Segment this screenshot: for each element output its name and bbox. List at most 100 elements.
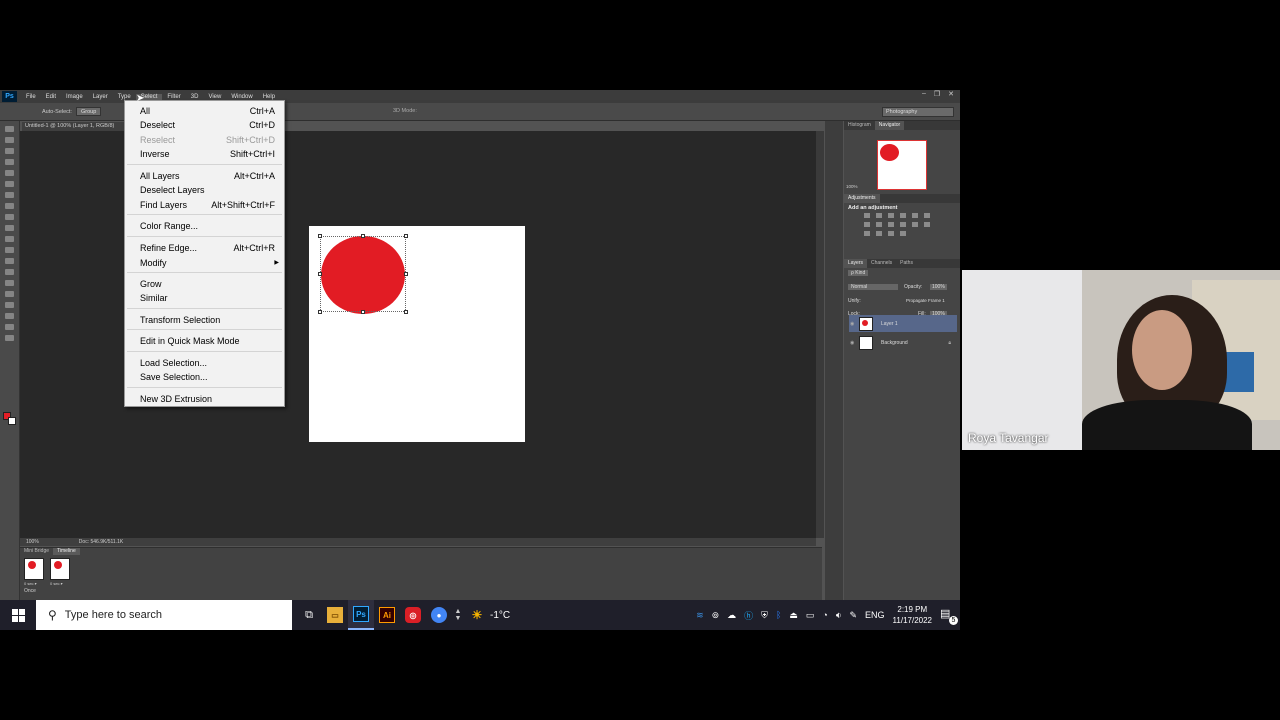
photo-filter-icon[interactable] <box>888 222 894 227</box>
menu-item-refine-edge[interactable]: Refine Edge... Alt+Ctrl+R <box>125 241 284 255</box>
document-canvas[interactable] <box>309 226 525 442</box>
clock[interactable]: 2:19 PM 11/17/2022 <box>893 604 932 626</box>
battery-icon[interactable]: ▭ <box>806 610 815 621</box>
threshold-icon[interactable] <box>876 231 882 236</box>
menu-item-grow[interactable]: Grow <box>125 277 284 291</box>
tab-layers[interactable]: Layers <box>844 259 868 268</box>
propagate-frame-checkbox[interactable]: Propagate Frame 1 <box>906 298 945 303</box>
creative-cloud-icon[interactable]: ◎ <box>400 600 426 630</box>
weather-icon[interactable]: ☀ <box>464 600 490 630</box>
menu-item-save-selection[interactable]: Save Selection... <box>125 370 284 384</box>
menu-item-inverse[interactable]: Inverse Shift+Ctrl+I <box>125 147 284 161</box>
layer-name[interactable]: Layer 1 <box>881 321 898 327</box>
menu-layer[interactable]: Layer <box>88 94 113 100</box>
animation-frame[interactable] <box>50 558 70 580</box>
document-tab[interactable]: Untitled-1 @ 100% (Layer 1, RGB/8) <box>22 122 132 131</box>
start-button[interactable] <box>0 600 36 630</box>
menu-item-deselect[interactable]: Deselect Ctrl+D <box>125 118 284 132</box>
eraser-tool-icon[interactable] <box>5 236 14 242</box>
transform-handle[interactable] <box>361 310 365 314</box>
loop-option[interactable]: Once <box>24 588 36 594</box>
navigator-zoom[interactable]: 100% <box>846 184 858 189</box>
menu-item-new-3d-extrusion[interactable]: New 3D Extrusion <box>125 392 284 406</box>
vertical-scrollbar[interactable] <box>816 131 824 538</box>
menu-item-all-layers[interactable]: All Layers Alt+Ctrl+A <box>125 169 284 183</box>
volume-icon[interactable]: 🔉︎ <box>836 610 842 621</box>
transform-handle[interactable] <box>404 234 408 238</box>
posterize-icon[interactable] <box>864 231 870 236</box>
tray-app-icon[interactable]: ⊚ <box>712 610 720 621</box>
transform-handle[interactable] <box>361 234 365 238</box>
menu-item-load-selection[interactable]: Load Selection... <box>125 356 284 370</box>
tab-timeline[interactable]: Timeline <box>53 548 80 555</box>
usb-icon[interactable]: ⏏ <box>789 610 798 621</box>
layer-row-layer-1[interactable]: ◉ Layer 1 <box>849 315 957 332</box>
hue-saturation-icon[interactable] <box>924 213 930 218</box>
language-indicator[interactable]: ENG <box>865 610 885 620</box>
tab-paths[interactable]: Paths <box>896 259 917 268</box>
menu-item-color-range[interactable]: Color Range... <box>125 219 284 233</box>
illustrator-taskbar-button[interactable]: Ai <box>374 600 400 630</box>
auto-select-dropdown[interactable]: Group <box>75 107 102 116</box>
marquee-tool-icon[interactable] <box>5 137 14 143</box>
menu-item-find-layers[interactable]: Find Layers Alt+Shift+Ctrl+F <box>125 198 284 212</box>
layer-row-background[interactable]: ◉ Background 🔒︎ <box>849 334 957 351</box>
notifications-button[interactable]: ▤ 5 <box>940 607 958 625</box>
gradient-tool-icon[interactable] <box>5 247 14 253</box>
transform-handle[interactable] <box>318 272 322 276</box>
black-white-icon[interactable] <box>876 222 882 227</box>
menu-edit[interactable]: Edit <box>41 94 61 100</box>
tray-scroll-icon[interactable]: ▲ ▼ <box>452 600 464 630</box>
animation-frame[interactable] <box>24 558 44 580</box>
crop-tool-icon[interactable] <box>5 170 14 176</box>
hp-icon[interactable]: ⓗ <box>744 609 753 622</box>
defender-icon[interactable]: ⛨ <box>761 610 768 621</box>
selective-color-icon[interactable] <box>900 231 906 236</box>
menu-window[interactable]: Window <box>226 94 257 100</box>
dodge-tool-icon[interactable] <box>5 269 14 275</box>
zoom-tool-icon[interactable] <box>5 335 14 341</box>
pen-tool-icon[interactable] <box>5 280 14 286</box>
invert-icon[interactable] <box>924 222 930 227</box>
eyedropper-tool-icon[interactable] <box>5 181 14 187</box>
healing-tool-icon[interactable] <box>5 192 14 198</box>
frame-delay[interactable]: 0 sec.▾ <box>50 581 63 586</box>
menu-3d[interactable]: 3D <box>186 94 204 100</box>
file-explorer-icon[interactable]: ▭ <box>322 600 348 630</box>
tab-adjustments[interactable]: Adjustments <box>844 194 880 203</box>
menu-item-modify[interactable]: Modify ▶ <box>125 256 284 270</box>
menu-image[interactable]: Image <box>61 94 88 100</box>
onedrive-icon[interactable]: ☁ <box>727 610 736 621</box>
move-tool-icon[interactable] <box>5 126 14 132</box>
minimize-button[interactable]: – <box>922 90 926 98</box>
layer-kind-filter[interactable]: ρ Kind <box>848 270 869 276</box>
taskbar-search-box[interactable]: ⚲ Type here to search <box>36 600 292 630</box>
menu-item-deselect-layers[interactable]: Deselect Layers <box>125 183 284 197</box>
channel-mixer-icon[interactable] <box>900 222 906 227</box>
blend-mode-dropdown[interactable]: Normal <box>848 284 898 290</box>
curves-icon[interactable] <box>888 213 894 218</box>
menu-filter[interactable]: Filter <box>162 94 185 100</box>
photoshop-taskbar-button[interactable]: Ps <box>348 600 374 630</box>
layer-name[interactable]: Background <box>881 340 908 346</box>
restore-button[interactable]: ❐ <box>934 90 940 98</box>
color-balance-icon[interactable] <box>864 222 870 227</box>
chrome-icon[interactable]: ● <box>426 600 452 630</box>
menu-type[interactable]: Type <box>113 94 136 100</box>
navigator-preview[interactable] <box>877 140 927 190</box>
background-color-swatch[interactable] <box>8 417 16 425</box>
wifi-icon[interactable]: ◔ <box>822 610 827 620</box>
opacity-field[interactable]: 100% <box>930 284 947 290</box>
pen-icon[interactable]: ✎ <box>849 610 857 621</box>
transform-handle[interactable] <box>404 272 408 276</box>
clone-tool-icon[interactable] <box>5 214 14 220</box>
tab-navigator[interactable]: Navigator <box>874 121 905 130</box>
transform-handle[interactable] <box>318 234 322 238</box>
vibrance-icon[interactable] <box>912 213 918 218</box>
tab-channels[interactable]: Channels <box>867 259 896 268</box>
path-select-tool-icon[interactable] <box>5 302 14 308</box>
history-brush-tool-icon[interactable] <box>5 225 14 231</box>
menu-help[interactable]: Help <box>258 94 280 100</box>
shape-tool-icon[interactable] <box>5 313 14 319</box>
color-lookup-icon[interactable] <box>912 222 918 227</box>
